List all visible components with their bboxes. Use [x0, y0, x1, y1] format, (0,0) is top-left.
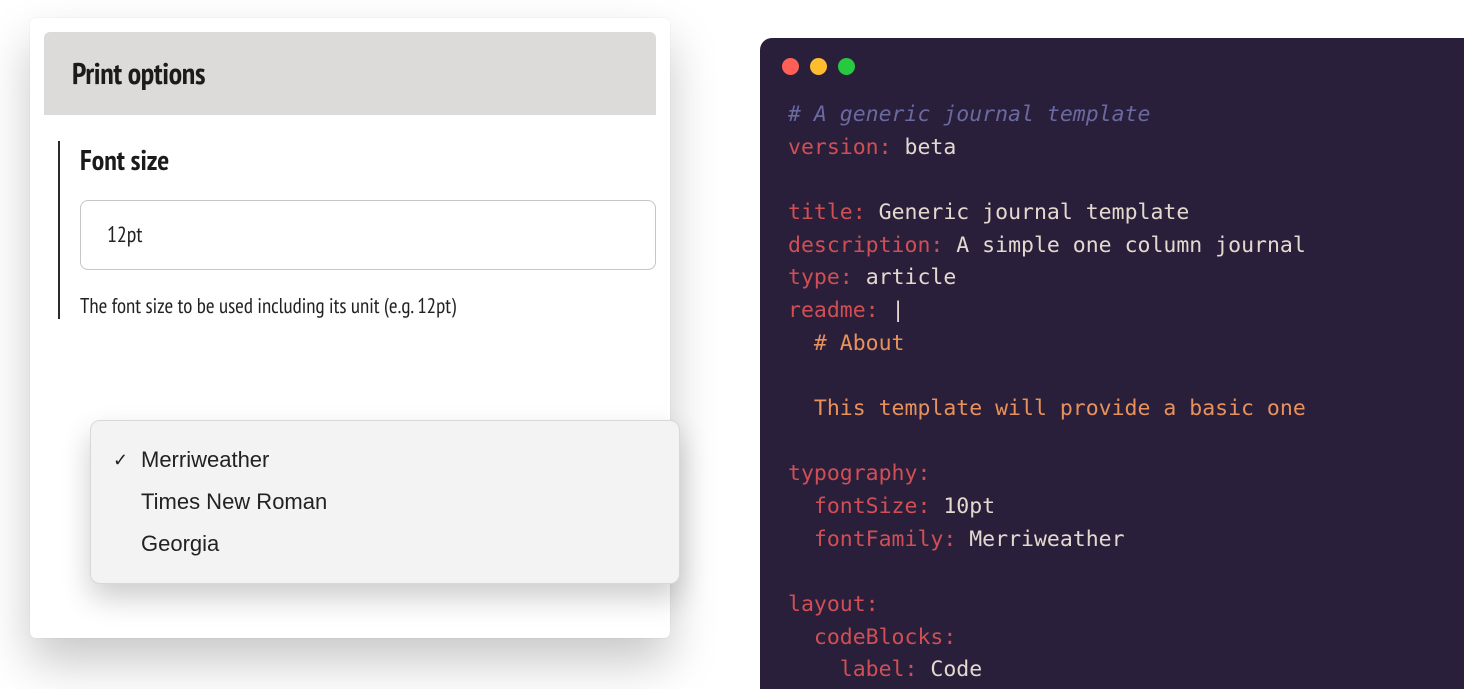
yaml-key: fontSize:: [814, 494, 931, 519]
yaml-string: This template will provide a basic one: [814, 396, 1306, 421]
minimize-icon[interactable]: [810, 58, 827, 75]
yaml-key: label:: [840, 657, 918, 682]
code-content[interactable]: # A generic journal template version: be…: [760, 85, 1464, 687]
close-icon[interactable]: [782, 58, 799, 75]
yaml-value: A simple one column journal: [956, 233, 1306, 258]
code-editor: # A generic journal template version: be…: [760, 38, 1464, 689]
dropdown-item-label: Times New Roman: [141, 489, 327, 515]
maximize-icon[interactable]: [838, 58, 855, 75]
yaml-key: fontFamily:: [814, 527, 956, 552]
yaml-key: layout:: [788, 592, 879, 617]
card-header: Print options: [44, 32, 656, 115]
yaml-value: 10pt: [943, 494, 995, 519]
window-controls: [760, 38, 1464, 85]
yaml-key: title:: [788, 200, 866, 225]
yaml-value: Merriweather: [969, 527, 1124, 552]
yaml-key: readme:: [788, 298, 879, 323]
code-comment: # A generic journal template: [788, 102, 1150, 127]
font-family-dropdown[interactable]: ✓ Merriweather Times New Roman Georgia: [90, 420, 680, 584]
dropdown-item-merriweather[interactable]: ✓ Merriweather: [91, 439, 679, 481]
font-size-section: Font size The font size to be used inclu…: [58, 141, 656, 319]
yaml-key: typography:: [788, 461, 930, 486]
yaml-pipe: |: [892, 298, 905, 323]
font-size-input[interactable]: [80, 200, 656, 270]
card-title: Print options: [72, 54, 628, 93]
yaml-key: description:: [788, 233, 943, 258]
yaml-key: codeBlocks:: [814, 625, 956, 650]
yaml-string: # About: [814, 331, 905, 356]
dropdown-item-label: Georgia: [141, 531, 219, 557]
yaml-value: beta: [905, 135, 957, 160]
print-options-card: Print options Font size The font size to…: [30, 18, 670, 638]
card-body: Font size The font size to be used inclu…: [30, 115, 670, 319]
yaml-value: Code: [930, 657, 982, 682]
yaml-key: type:: [788, 265, 853, 290]
check-icon: ✓: [113, 450, 141, 471]
yaml-value: Generic journal template: [879, 200, 1190, 225]
yaml-key: version:: [788, 135, 892, 160]
yaml-value: article: [866, 265, 957, 290]
dropdown-item-georgia[interactable]: Georgia: [91, 523, 679, 565]
font-size-label: Font size: [80, 141, 656, 178]
font-size-help: The font size to be used including its u…: [80, 292, 656, 319]
dropdown-item-times-new-roman[interactable]: Times New Roman: [91, 481, 679, 523]
dropdown-item-label: Merriweather: [141, 447, 269, 473]
